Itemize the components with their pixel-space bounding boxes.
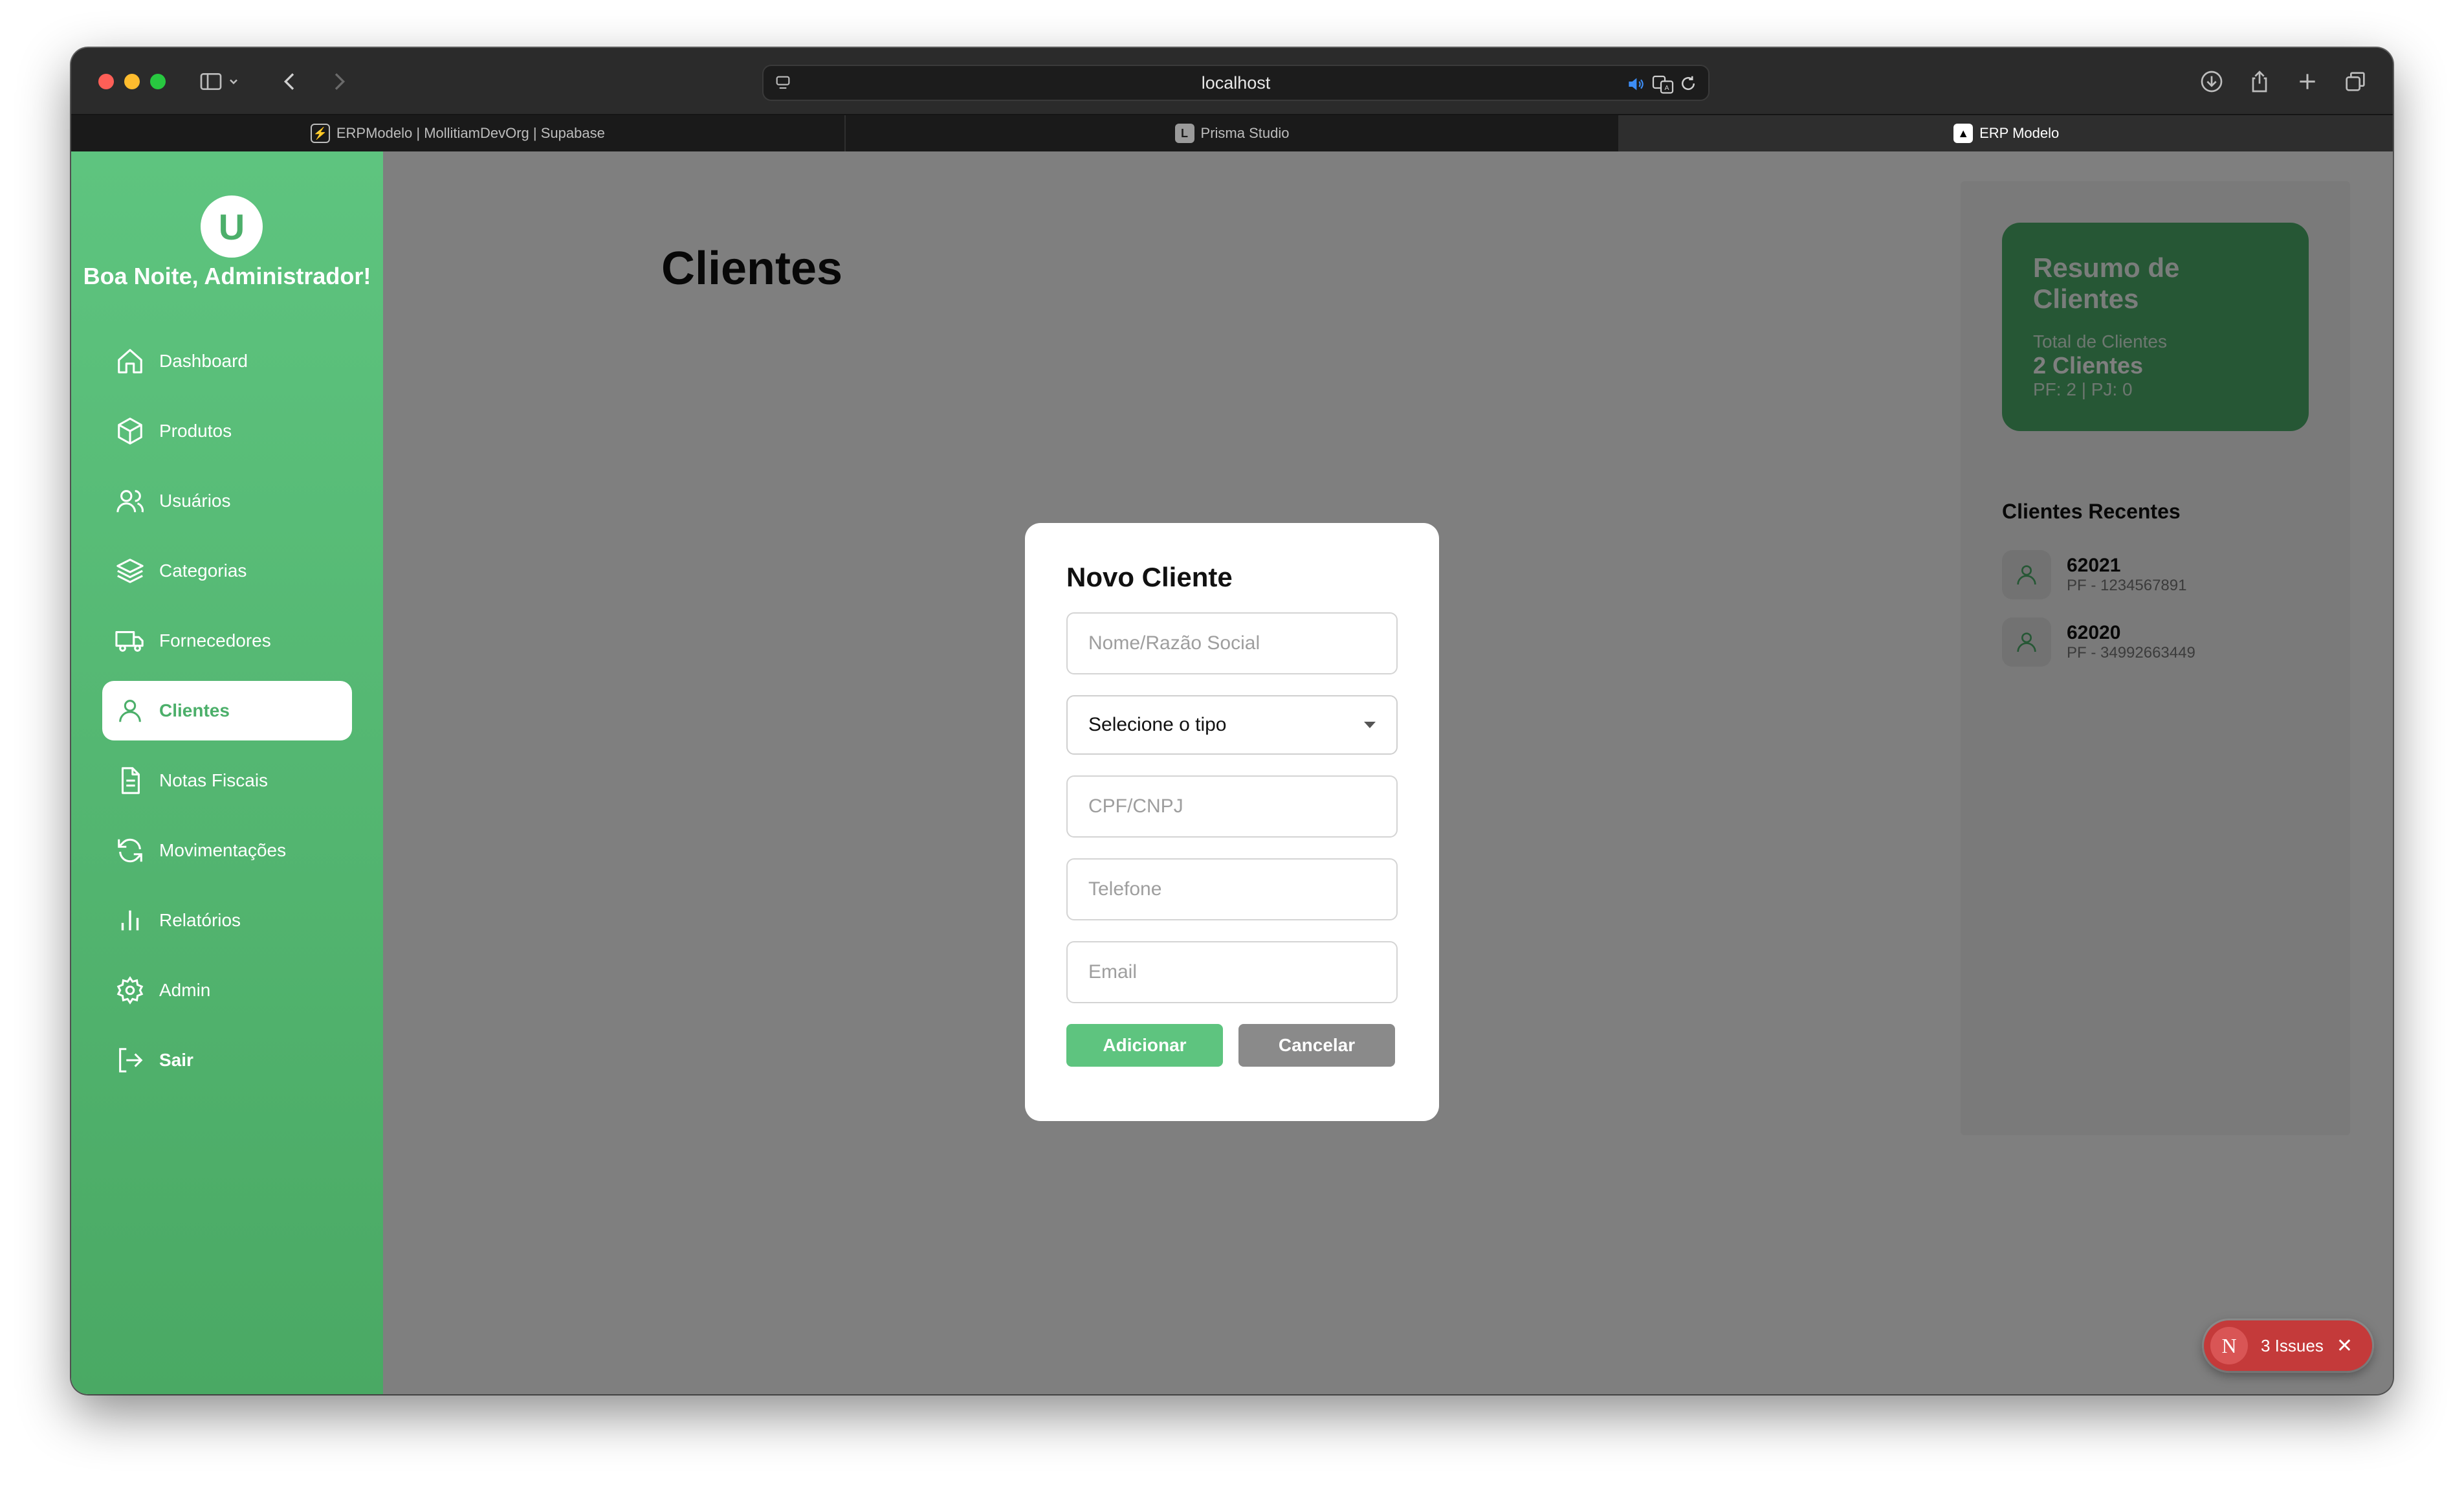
logout-icon xyxy=(119,1048,143,1073)
sidebar-item-clientes[interactable]: Clientes xyxy=(102,681,352,740)
users-icon xyxy=(116,490,144,513)
sidebar-item-notas-fiscais[interactable]: Notas Fiscais xyxy=(102,751,352,810)
modal-title: Novo Cliente xyxy=(1066,562,1233,592)
share-icon[interactable] xyxy=(2243,65,2276,98)
box-icon xyxy=(118,417,142,445)
tab-label: Prisma Studio xyxy=(1200,125,1290,141)
close-icon[interactable]: ✕ xyxy=(2337,1335,2353,1357)
sidebar-item-label: Movimentações xyxy=(159,840,287,860)
bar-chart-icon xyxy=(121,910,139,931)
supabase-icon: ⚡ xyxy=(310,124,330,143)
sidebar-item-usuarios[interactable]: Usuários xyxy=(102,471,352,531)
cpf-cnpj-field[interactable] xyxy=(1066,775,1398,838)
reload-icon[interactable] xyxy=(1678,74,1698,93)
sidebar-item-label: Relatórios xyxy=(159,910,241,930)
tab-overview-icon[interactable] xyxy=(2338,65,2372,98)
cancel-button[interactable]: Cancelar xyxy=(1238,1024,1395,1067)
sidebar-item-fornecedores[interactable]: Fornecedores xyxy=(102,611,352,671)
greeting: Boa Noite, Administrador! xyxy=(83,263,371,289)
sidebar-item-categorias[interactable]: Categorias xyxy=(102,541,352,601)
svg-text:A: A xyxy=(1664,84,1669,92)
download-icon[interactable] xyxy=(2195,65,2228,98)
email-field[interactable] xyxy=(1066,941,1398,1003)
truck-icon xyxy=(115,631,144,652)
nextjs-logo-icon: N xyxy=(2210,1327,2248,1364)
new-tab-icon[interactable] xyxy=(2291,65,2324,98)
page-content: U Boa Noite, Administrador! Dashboard Pr… xyxy=(71,151,2393,1394)
erp-icon: ▲ xyxy=(1953,124,1974,143)
gear-icon xyxy=(116,976,144,1005)
layers-icon xyxy=(116,559,144,583)
issues-badge[interactable]: N 3 Issues ✕ xyxy=(2204,1320,2372,1371)
minimize-window-button[interactable] xyxy=(124,74,140,89)
sidebar: U Boa Noite, Administrador! Dashboard Pr… xyxy=(71,151,383,1394)
sidebar-item-label: Fornecedores xyxy=(159,630,271,650)
browser-toolbar: localhost A xyxy=(71,48,2393,115)
sidebar-item-label: Notas Fiscais xyxy=(159,770,269,790)
add-button[interactable]: Adicionar xyxy=(1066,1024,1223,1067)
address-bar[interactable]: localhost A xyxy=(762,65,1710,101)
tab-label: ERPModelo | MollitiamDevOrg | Supabase xyxy=(336,125,605,141)
modal-actions: Adicionar Cancelar xyxy=(1066,1024,1398,1067)
phone-field[interactable] xyxy=(1066,858,1398,920)
sidebar-item-dashboard[interactable]: Dashboard xyxy=(102,331,352,391)
sidebar-item-label: Sair xyxy=(159,1050,193,1070)
sidebar-item-sair[interactable]: Sair xyxy=(102,1030,352,1090)
tab-label: ERP Modelo xyxy=(1979,125,2060,141)
home-icon xyxy=(118,349,142,373)
tab-prisma-studio[interactable]: L Prisma Studio xyxy=(846,115,1620,151)
browser-window: localhost A ⚡ ERPModelo | MollitiamDevOr… xyxy=(71,48,2393,1394)
back-icon[interactable] xyxy=(273,65,307,98)
sidebar-item-label: Usuários xyxy=(159,491,231,511)
prisma-icon: L xyxy=(1174,124,1194,143)
avatar: U xyxy=(201,195,263,258)
sidebar-item-produtos[interactable]: Produtos xyxy=(102,401,352,461)
sidebar-item-label: Clientes xyxy=(159,700,230,720)
new-client-modal: Novo Cliente Selecione o tipo Adicionar … xyxy=(1025,523,1439,1121)
refresh-icon xyxy=(118,838,142,863)
tab-erp-modelo[interactable]: ▲ ERP Modelo xyxy=(1620,115,2393,151)
name-field[interactable] xyxy=(1066,612,1398,674)
document-icon xyxy=(121,767,140,794)
translate-icon[interactable]: A xyxy=(1651,72,1675,96)
chevron-down-icon[interactable] xyxy=(224,65,243,98)
sidebar-item-label: Dashboard xyxy=(159,351,248,371)
close-window-button[interactable] xyxy=(98,74,114,89)
sidebar-item-label: Produtos xyxy=(159,421,232,441)
chevron-down-icon xyxy=(1364,722,1376,728)
tab-supabase[interactable]: ⚡ ERPModelo | MollitiamDevOrg | Supabase xyxy=(71,115,846,151)
type-select-value: Selecione o tipo xyxy=(1088,714,1227,735)
url-text: localhost xyxy=(1201,72,1271,93)
sidebar-nav: Dashboard Produtos Usuários Categorias F… xyxy=(102,331,352,1100)
audio-playing-icon[interactable] xyxy=(1625,74,1646,95)
sidebar-item-relatorios[interactable]: Relatórios xyxy=(102,891,352,950)
type-select[interactable]: Selecione o tipo xyxy=(1066,695,1398,755)
sidebar-item-label: Admin xyxy=(159,980,211,1000)
sidebar-item-label: Categorias xyxy=(159,561,247,581)
maximize-window-button[interactable] xyxy=(150,74,166,89)
user-icon xyxy=(119,700,141,722)
sidebar-toggle-icon[interactable] xyxy=(194,65,228,98)
sidebar-item-movimentacoes[interactable]: Movimentações xyxy=(102,821,352,880)
forward-icon[interactable] xyxy=(322,65,356,98)
issues-count: 3 Issues xyxy=(2261,1335,2324,1355)
site-settings-icon[interactable] xyxy=(773,72,793,93)
tab-bar: ⚡ ERPModelo | MollitiamDevOrg | Supabase… xyxy=(71,115,2393,151)
sidebar-item-admin[interactable]: Admin xyxy=(102,961,352,1020)
